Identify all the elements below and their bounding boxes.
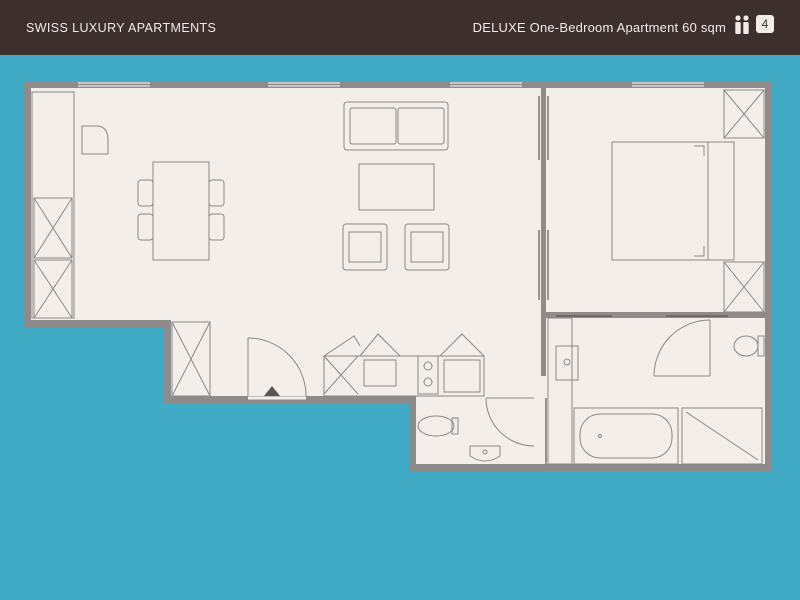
floor-plan [24, 82, 772, 471]
kitchen-counter [31, 91, 75, 319]
dining-table-icon [152, 161, 210, 261]
chair-icon [81, 125, 109, 155]
